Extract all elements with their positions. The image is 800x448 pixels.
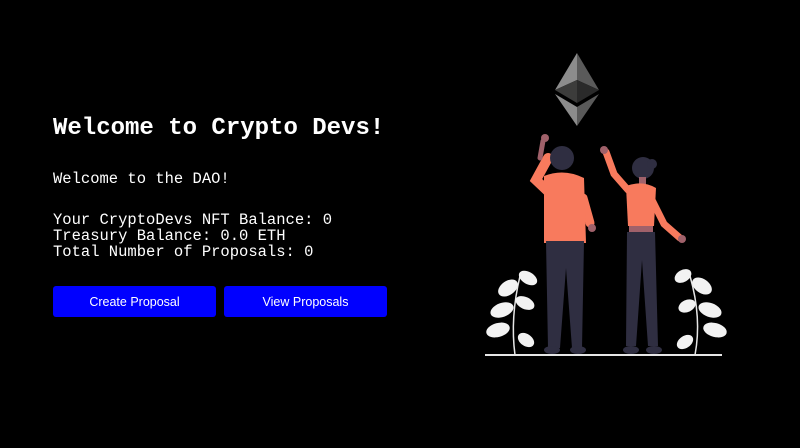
left-plant xyxy=(486,270,538,356)
ethereum-icon xyxy=(555,53,599,126)
woman-figure xyxy=(600,146,686,354)
page: Welcome to Crypto Devs! Welcome to the D… xyxy=(0,0,800,448)
crypto-devs-illustration xyxy=(485,53,727,356)
treasury-balance-text: Treasury Balance: 0.0 ETH xyxy=(53,227,286,245)
view-proposals-button[interactable]: View Proposals xyxy=(224,286,387,317)
stats-block: Your CryptoDevs NFT Balance: 0 Treasury … xyxy=(53,212,332,260)
nft-balance-text: Your CryptoDevs NFT Balance: 0 xyxy=(53,211,333,229)
welcome-description: Welcome to the DAO! xyxy=(53,170,230,188)
main-content: Welcome to Crypto Devs! Welcome to the D… xyxy=(53,113,453,317)
man-figure xyxy=(529,134,596,354)
page-title: Welcome to Crypto Devs! xyxy=(53,115,385,142)
total-proposals-text: Total Number of Proposals: 0 xyxy=(53,243,314,261)
button-row: Create Proposal View Proposals xyxy=(53,286,387,317)
create-proposal-button[interactable]: Create Proposal xyxy=(53,286,216,317)
right-plant xyxy=(674,269,727,356)
